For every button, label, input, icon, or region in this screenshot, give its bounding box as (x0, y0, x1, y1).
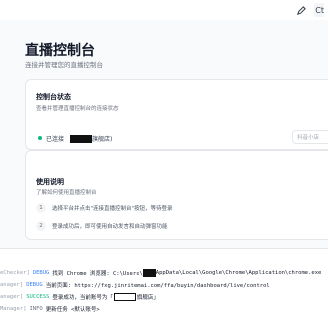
log-level: SUCCESS (26, 294, 50, 300)
log-line: Manager] INFO 更新任务 <默认账号> (0, 305, 100, 313)
log-message: 找到 Chrome 浏览器: C:\Users\ (52, 271, 143, 277)
main-content: 直播控制台 连接并管理您的直播控制台 控制台状态 查看并管理直播控制台的连接状态… (0, 20, 328, 248)
log-message-tail: 旗舰店」 (136, 295, 159, 301)
guide-step: 2 登录成功后，即可使用自动发言和自动弹窗功能 (36, 221, 168, 231)
step-text: 选择平台并点击"连接直播控制台"按钮，等待登录 (52, 206, 173, 212)
log-source: anager] (0, 282, 24, 288)
top-bar: Ct (0, 0, 328, 20)
redacted-shop-name (113, 293, 136, 301)
log-message-tail: AppData\Local\Google\Chrome\Application\… (155, 270, 322, 276)
top-bar-actions: Ct (294, 0, 328, 20)
status-prefix: 已连接 (46, 136, 65, 143)
log-level: DEBUG (26, 282, 43, 288)
connection-status: 已连接 旗舰店) (46, 134, 112, 143)
step-number: 1 (36, 203, 46, 213)
log-source: eChecker] (0, 270, 30, 276)
log-line: anager] SUCCESS 登录成功，当前账号为「 旗舰店」 (0, 293, 159, 301)
log-console[interactable]: eChecker] DEBUG 找到 Chrome 浏览器: C:\Users\… (0, 248, 328, 320)
status-suffix: 旗舰店) (92, 136, 113, 143)
log-line: eChecker] DEBUG 找到 Chrome 浏览器: C:\Users\… (0, 269, 321, 277)
guide-card-title: 使用说明 (36, 178, 64, 186)
redacted-username (142, 269, 156, 277)
log-message: 当前页面: https://fxg.jinritemai.com/ffa/buy… (45, 283, 270, 289)
log-message: 更新任务 <默认账号> (45, 307, 100, 313)
page-subtitle: 连接并管理您的直播控制台 (25, 61, 103, 69)
guide-card: 使用说明 了解如何使用直播控制台 1 选择平台并点击"连接直播控制台"按钮，等待… (25, 150, 328, 240)
status-card-description: 查看并管理直播控制台的连接状态 (36, 106, 119, 112)
log-source: anager] (0, 294, 24, 300)
connected-status-dot (38, 136, 42, 140)
platform-select-button[interactable]: 抖音小店 (292, 130, 328, 144)
guide-card-description: 了解如何使用直播控制台 (36, 190, 97, 196)
account-avatar[interactable]: Ct (314, 3, 324, 17)
status-card-title: 控制台状态 (36, 93, 71, 101)
log-level: DEBUG (32, 270, 50, 276)
guide-step: 1 选择平台并点击"连接直播控制台"按钮，等待登录 (36, 203, 173, 213)
log-message: 登录成功，当前账号为「 (52, 295, 113, 301)
log-line: anager] DEBUG 当前页面: https://fxg.jinritem… (0, 281, 270, 289)
pencil-icon[interactable] (294, 3, 308, 17)
log-level: INFO (29, 306, 43, 312)
redacted-account (70, 134, 93, 143)
step-text: 登录成功后，即可使用自动发言和自动弹窗功能 (52, 224, 168, 230)
log-source: Manager] (0, 306, 27, 312)
step-number: 2 (36, 221, 46, 231)
page-title: 直播控制台 (25, 43, 95, 59)
status-card: 控制台状态 查看并管理直播控制台的连接状态 已连接 旗舰店) 抖音小店 (25, 79, 328, 150)
